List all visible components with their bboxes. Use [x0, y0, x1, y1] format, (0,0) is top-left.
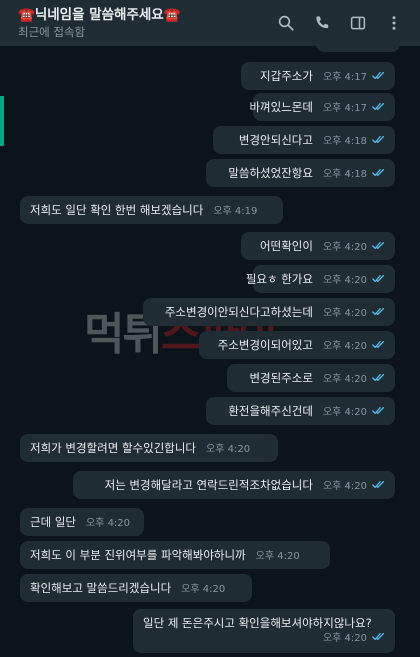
- phone-emoji-icon: ☎️: [18, 6, 35, 23]
- message-meta: 오후 4:20: [323, 274, 386, 288]
- incoming-message-bubble[interactable]: 확인해보고 말씀드리겠습니다 오후 4:20: [20, 574, 252, 602]
- message-time: 오후 4:20: [322, 374, 367, 385]
- message-time: 오후 4:19: [213, 206, 258, 217]
- message-time: 오후 4:20: [322, 481, 367, 492]
- outgoing-message-bubble[interactable]: 변경된주소로 오후 4:20: [227, 364, 395, 392]
- message-time: 오후 4:20: [322, 407, 367, 418]
- message-meta: 오후 4:20: [323, 241, 386, 255]
- message-meta: 오후 4:20: [256, 550, 300, 564]
- outgoing-message-bubble[interactable]: 환전을해주신건데 오후 4:20: [206, 397, 395, 425]
- chat-title-text: 닉네임을 말씀해주세요: [34, 6, 164, 23]
- message-time: 오후 4:20: [322, 341, 367, 352]
- read-receipt-icon: [367, 340, 386, 354]
- message-time: 오후 4:20: [322, 275, 367, 286]
- read-receipt-icon: [367, 307, 386, 321]
- message-meta: 오후 4:17: [328, 46, 391, 47]
- message-time: 오후 4:20: [206, 444, 251, 455]
- read-receipt-icon: [367, 168, 386, 182]
- message-text: 일단 제 돈은주시고 확인을해보셔야하지않나요?: [143, 616, 372, 630]
- message-meta: 오후 4:20: [323, 632, 386, 646]
- message-text: 환전을해주신건데: [228, 404, 313, 418]
- outgoing-message-bubble[interactable]: 바껴있느몬데 오후 4:17: [249, 93, 395, 121]
- read-receipt-icon: [367, 373, 386, 387]
- read-receipt-icon: [367, 632, 386, 646]
- message-text: 필요ㅎ 한가요: [245, 272, 313, 286]
- search-icon[interactable]: [270, 7, 302, 39]
- message-meta: 오후 4:18: [323, 135, 386, 149]
- read-receipt-icon: [367, 480, 386, 494]
- message-text: 바껴있느몬데: [249, 100, 313, 114]
- message-time: 오후 4:17: [328, 46, 372, 47]
- message-text: 저희가 변경할려면 할수있긴합니다: [30, 441, 197, 455]
- message-time: 오후 4:20: [85, 518, 131, 529]
- message-text: 저는 변경해달라고 연락드린적조차없습니다: [104, 478, 313, 492]
- last-seen-status: 최근에 접속함: [18, 24, 86, 39]
- read-receipt-icon: [367, 135, 386, 149]
- message-meta: 오후 4:17: [323, 71, 386, 85]
- message-meta: 오후 4:18: [323, 168, 386, 182]
- read-receipt-icon: [367, 241, 386, 255]
- read-receipt-icon: [367, 102, 386, 116]
- message-meta: 오후 4:19: [213, 205, 257, 219]
- message-text: 주소변경이되어있고: [217, 338, 313, 352]
- outgoing-message-bubble[interactable]: 필요ㅎ 한가요 오후 4:20: [246, 265, 395, 293]
- message-time: 오후 4:20: [322, 242, 367, 253]
- message-text: 확인해보고 말씀드리겠습니다: [30, 581, 172, 595]
- message-time: 오후 4:18: [322, 136, 367, 147]
- message-time: 오후 4:20: [322, 308, 367, 319]
- message-meta: 오후 4:20: [323, 406, 386, 420]
- message-list[interactable]: 먹튀스파이 오후 4:17지갑주소가오후 4:17바껴있느몬데오후 4:17변경…: [0, 46, 420, 657]
- message-text: 근데 일단: [30, 515, 76, 529]
- menu-icon[interactable]: [378, 7, 410, 39]
- chat-header: ☎️닉네임을 말씀해주세요☎️ 최근에 접속함: [0, 0, 420, 46]
- outgoing-message-bubble[interactable]: 주소변경이안되신다고하셨는데 오후 4:20: [143, 298, 395, 326]
- sidebar-icon[interactable]: [342, 7, 374, 39]
- message-meta: 오후 4:20: [323, 373, 386, 387]
- chat-title: ☎️닉네임을 말씀해주세요☎️: [18, 7, 270, 24]
- chat-title-block[interactable]: ☎️닉네임을 말씀해주세요☎️ 최근에 접속함: [18, 7, 270, 40]
- message-text: 어떤확인이: [260, 239, 313, 253]
- incoming-message-bubble[interactable]: 저희도 이 부분 진위여부를 파악해봐야하니까 오후 4:20: [20, 541, 330, 569]
- outgoing-message-bubble[interactable]: 일단 제 돈은주시고 확인을해보셔야하지않나요? 오후 4:20: [133, 609, 395, 653]
- message-meta: 오후 4:20: [323, 480, 386, 494]
- message-time: 오후 4:17: [322, 103, 367, 114]
- outgoing-message-bubble[interactable]: 어떤확인이 오후 4:20: [241, 232, 395, 260]
- message-time: 오후 4:17: [322, 72, 367, 83]
- message-time: 오후 4:20: [255, 551, 300, 562]
- outgoing-message-bubble[interactable]: 저는 변경해달라고 연락드린적조차없습니다 오후 4:20: [73, 471, 395, 499]
- message-meta: 오후 4:20: [206, 443, 250, 457]
- incoming-message-bubble[interactable]: 저희가 변경할려면 할수있긴합니다 오후 4:20: [20, 434, 278, 462]
- read-receipt-icon: [367, 71, 386, 85]
- scroll-accent-bar: [0, 96, 4, 146]
- read-receipt-icon: [367, 274, 386, 288]
- message-text: 변경된주소로: [249, 371, 313, 385]
- message-time: 오후 4:18: [322, 169, 367, 180]
- outgoing-message-bubble[interactable]: 말씀하셨었잔항요 오후 4:18: [206, 159, 395, 187]
- message-text: 지갑주소가: [260, 69, 313, 83]
- message-meta: 오후 4:20: [323, 307, 386, 321]
- outgoing-message-bubble[interactable]: 오후 4:17: [316, 46, 400, 52]
- phone-emoji-icon-right: ☎️: [163, 6, 181, 23]
- message-text: 말씀하셨었잔항요: [228, 166, 313, 180]
- message-meta: 오후 4:20: [323, 340, 386, 354]
- message-time: 오후 4:20: [322, 633, 367, 644]
- read-receipt-icon: [372, 46, 391, 47]
- read-receipt-icon: [367, 406, 386, 420]
- call-icon[interactable]: [306, 7, 338, 39]
- message-time: 오후 4:20: [181, 584, 226, 595]
- incoming-message-bubble[interactable]: 저희도 일단 확인 한번 해보겠습니다 오후 4:19: [20, 196, 283, 224]
- message-text: 주소변경이안되신다고하셨는데: [164, 305, 313, 319]
- message-meta: 오후 4:17: [323, 102, 386, 116]
- message-meta: 오후 4:20: [181, 583, 225, 597]
- message-meta: 오후 4:20: [86, 517, 130, 531]
- message-text: 저희도 일단 확인 한번 해보겠습니다: [30, 203, 204, 217]
- incoming-message-bubble[interactable]: 근데 일단 오후 4:20: [20, 508, 144, 536]
- outgoing-message-bubble[interactable]: 주소변경이되어있고 오후 4:20: [199, 331, 395, 359]
- outgoing-message-bubble[interactable]: 변경안되신다고 오후 4:18: [213, 126, 395, 154]
- outgoing-message-bubble[interactable]: 지갑주소가 오후 4:17: [241, 62, 395, 90]
- message-text: 변경안되신다고: [238, 133, 313, 147]
- message-text: 저희도 이 부분 진위여부를 파악해봐야하니까: [30, 548, 246, 562]
